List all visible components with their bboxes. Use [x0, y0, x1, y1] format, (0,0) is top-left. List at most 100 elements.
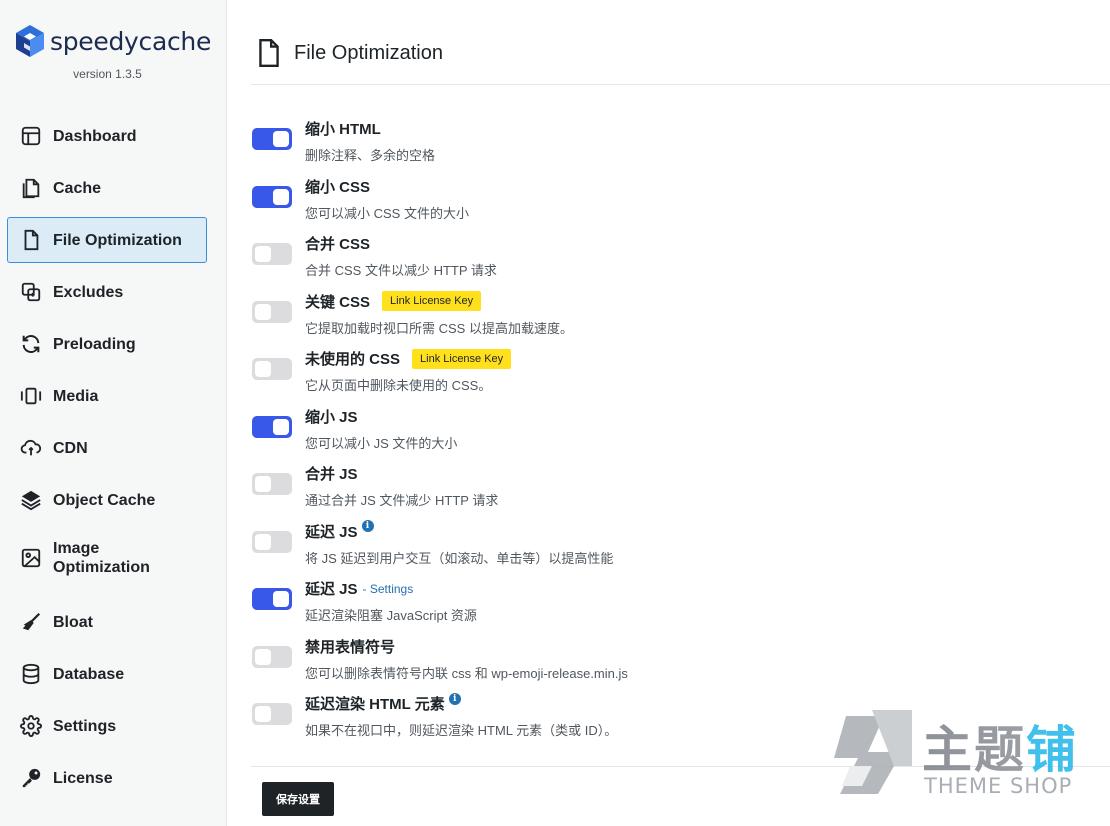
- sidebar-item-image-optimization[interactable]: Image Optimization: [7, 529, 207, 587]
- page-title: File Optimization: [294, 42, 443, 64]
- sidebar-item-object-cache[interactable]: Object Cache: [7, 477, 207, 523]
- option-title: 未使用的 CSS: [305, 351, 401, 368]
- sidebar-item-cache[interactable]: Cache: [7, 165, 207, 211]
- option-title: 关键 CSS: [305, 293, 371, 311]
- sidebar-item-bloat[interactable]: Bloat: [7, 599, 207, 645]
- dashboard-icon: [19, 124, 43, 148]
- image-icon: [19, 546, 43, 570]
- option-title: 禁用表情符号: [305, 638, 396, 656]
- main-content: File Optimization 缩小 HTML 删除注释、多余的空格 缩小 …: [251, 0, 1110, 826]
- excludes-icon: [19, 280, 43, 304]
- link-license-key-badge[interactable]: Link License Key: [412, 348, 512, 369]
- sidebar-item-label: Excludes: [53, 283, 124, 301]
- key-icon: [19, 766, 43, 790]
- theme-shop-watermark: 主题铺 THEME SHOP: [832, 704, 1092, 804]
- files-icon: [19, 176, 43, 200]
- toggle-switch[interactable]: [252, 185, 292, 208]
- options-list: 缩小 HTML 删除注释、多余的空格 缩小 CSS 您可以减小 CSS 文件的大…: [251, 114, 1110, 747]
- option-title: 合并 CSS: [305, 236, 371, 253]
- sidebar-item-label: Settings: [53, 717, 117, 735]
- watermark-en-text: THEME SHOP: [924, 774, 1073, 798]
- sidebar-item-label: Dashboard: [53, 127, 137, 145]
- speedycache-logo-icon: [16, 25, 44, 57]
- info-icon[interactable]: i: [448, 692, 461, 705]
- sidebar-item-database[interactable]: Database: [7, 651, 207, 697]
- option-description: 删除注释、多余的空格: [305, 148, 436, 163]
- option-description: 延迟渲染阻塞 JavaScript 资源: [305, 608, 477, 623]
- sidebar-item-label: Object Cache: [53, 491, 156, 509]
- sidebar-item-label: Database: [53, 665, 125, 683]
- sidebar-item-label: Bloat: [53, 613, 93, 631]
- link-license-key-badge[interactable]: Link License Key: [382, 291, 482, 311]
- toggle-switch[interactable]: [252, 243, 292, 265]
- toggle-switch[interactable]: [252, 415, 292, 438]
- cloud-sync-icon: [19, 436, 43, 460]
- sidebar-item-label: Image Optimization: [53, 540, 150, 576]
- sidebar-item-label: Cache: [53, 179, 102, 197]
- option-description: 如果不在视口中，则延迟渲染 HTML 元素（类或 ID）。: [305, 723, 618, 738]
- save-settings-button[interactable]: 保存设置: [262, 782, 334, 816]
- toggle-switch[interactable]: [252, 530, 292, 553]
- option-disable-emojis: 禁用表情符号 您可以删除表情符号内联 css 和 wp-emoji-releas…: [251, 632, 1110, 690]
- option-minify-css: 缩小 CSS 您可以减小 CSS 文件的大小: [251, 172, 1110, 230]
- toggle-switch[interactable]: [252, 703, 292, 725]
- watermark-logo-icon: [834, 710, 912, 794]
- sidebar-item-settings[interactable]: Settings: [7, 703, 207, 749]
- option-description: 您可以减小 CSS 文件的大小: [305, 205, 469, 221]
- sidebar-item-dashboard[interactable]: Dashboard: [7, 113, 207, 159]
- option-title: 延迟渲染 HTML 元素: [305, 696, 445, 713]
- page-header: File Optimization: [251, 38, 1110, 85]
- option-minify-html: 缩小 HTML 删除注释、多余的空格: [251, 114, 1110, 172]
- carousel-icon: [19, 384, 43, 408]
- sidebar-item-label: License: [53, 769, 113, 787]
- broom-icon: [19, 610, 43, 634]
- toggle-switch[interactable]: [252, 300, 292, 323]
- toggle-switch[interactable]: [252, 128, 292, 150]
- option-description: 它提取加载时视口所需 CSS 以提高加载速度。: [305, 320, 573, 336]
- info-icon[interactable]: i: [361, 520, 374, 532]
- file-icon: [259, 38, 279, 68]
- option-delay-js: 延迟 JS i 将 JS 延迟到用户交互（如滚动、单击等）以提高性能: [251, 517, 1110, 575]
- option-unused-css: 未使用的 CSS Link License Key 它从页面中删除未使用的 CSS…: [251, 344, 1110, 402]
- option-description: 它从页面中删除未使用的 CSS。: [305, 378, 492, 393]
- database-icon: [19, 662, 43, 686]
- gear-icon: [19, 714, 43, 738]
- option-critical-css: 关键 CSS Link License Key 它提取加载时视口所需 CSS 以提…: [251, 287, 1110, 345]
- brand: speedycache: [14, 24, 211, 58]
- settings-link[interactable]: - Settings: [363, 582, 414, 596]
- option-description: 合并 CSS 文件以减少 HTTP 请求: [305, 263, 497, 278]
- sidebar-nav: Dashboard Cache File Optimization Exclud…: [7, 113, 207, 807]
- toggle-switch[interactable]: [252, 358, 292, 380]
- watermark-cn-text: 主题铺: [922, 721, 1078, 779]
- file-icon: [19, 228, 43, 252]
- sidebar-item-license[interactable]: License: [7, 755, 207, 801]
- option-minify-js: 缩小 JS 您可以减小 JS 文件的大小: [251, 402, 1110, 460]
- option-title: 延迟 JS: [305, 581, 358, 598]
- layers-icon: [19, 488, 43, 512]
- toggle-switch[interactable]: [252, 588, 292, 610]
- sidebar-item-media[interactable]: Media: [7, 373, 207, 419]
- option-combine-js: 合并 JS 通过合并 JS 文件减少 HTTP 请求: [251, 459, 1110, 517]
- option-title: 缩小 HTML: [305, 121, 381, 138]
- sidebar-item-cdn[interactable]: CDN: [7, 425, 207, 471]
- option-description: 通过合并 JS 文件减少 HTTP 请求: [305, 493, 499, 508]
- option-defer-js: 延迟 JS - Settings 延迟渲染阻塞 JavaScript 资源: [251, 574, 1110, 632]
- sidebar-item-preloading[interactable]: Preloading: [7, 321, 207, 367]
- option-title: 合并 JS: [305, 466, 358, 483]
- toggle-switch[interactable]: [252, 473, 292, 495]
- option-combine-css: 合并 CSS 合并 CSS 文件以减少 HTTP 请求: [251, 229, 1110, 287]
- option-title: 延迟 JS: [305, 523, 358, 541]
- sidebar-item-label: File Optimization: [53, 231, 182, 249]
- option-title: 缩小 JS: [305, 408, 358, 426]
- sidebar-item-label: CDN: [53, 439, 88, 457]
- toggle-switch[interactable]: [252, 645, 292, 668]
- sidebar-item-file-optimization[interactable]: File Optimization: [7, 217, 207, 263]
- version-label: version 1.3.5: [73, 67, 142, 81]
- option-description: 将 JS 延迟到用户交互（如滚动、单击等）以提高性能: [305, 550, 614, 566]
- option-title: 缩小 CSS: [305, 178, 371, 196]
- option-description: 您可以删除表情符号内联 css 和 wp-emoji-release.min.j…: [305, 665, 628, 681]
- sidebar-item-excludes[interactable]: Excludes: [7, 269, 207, 315]
- brand-name: speedycache: [50, 26, 212, 56]
- sidebar-item-label: Media: [53, 387, 99, 405]
- sidebar: speedycache version 1.3.5 Dashboard Cach…: [0, 0, 227, 826]
